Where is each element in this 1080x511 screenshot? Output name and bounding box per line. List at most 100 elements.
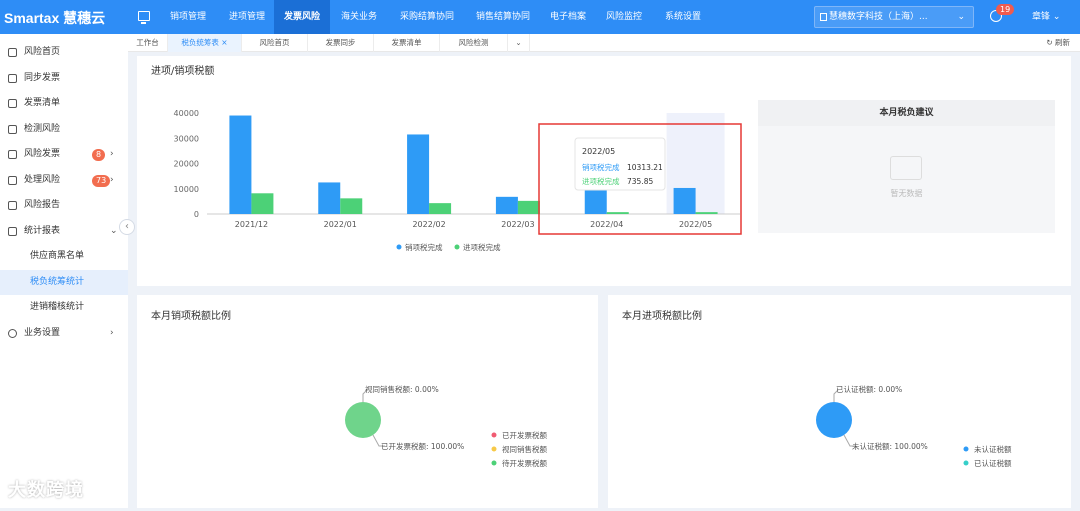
sidebar-subitem[interactable]: 进销稽核统计 [0, 295, 128, 320]
legend-marker [454, 244, 460, 250]
bar[interactable] [340, 198, 363, 214]
refresh-label: 刷新 [1055, 38, 1070, 47]
sidebar-item-label: 发票清单 [24, 98, 61, 108]
tooltip-value: 10313.21 [627, 163, 663, 172]
input-tax-ratio-panel: 本月进项税额比例 已认证税额: 0.00% 未认证税额: 100.00% 未认证税额… [608, 295, 1071, 508]
chevron-right-icon: › [110, 328, 114, 338]
legend-marker [491, 432, 497, 438]
bar[interactable] [429, 203, 452, 214]
tab[interactable]: 风险首页 [242, 34, 308, 52]
empty-box-icon [890, 156, 922, 180]
tab[interactable]: 发票同步 [308, 34, 374, 52]
user-menu[interactable]: 章锋 ⌄ [1032, 0, 1060, 34]
nav-item[interactable]: 销项管理 [158, 0, 218, 34]
sidebar-item[interactable]: 处理风险 73 › [0, 168, 128, 193]
bar[interactable] [606, 212, 629, 214]
sidebar-item[interactable]: 风险首页 [0, 40, 128, 65]
monitor-icon[interactable] [138, 11, 150, 24]
tooltip-series-label: 进项税完成 [582, 176, 620, 186]
chevron-down-icon: ⌄ [110, 225, 118, 236]
top-navigation-bar: Smartax 慧穗云 销项管理 进项管理 发票风险 海关业务 采购结算协同 销售结算协同… [0, 0, 1080, 34]
bar[interactable] [318, 182, 341, 214]
company-select[interactable]: 慧穗数字科技（上海）... ⌄ [814, 6, 974, 28]
nav-item[interactable]: 电子档案 [542, 0, 594, 34]
sidebar-item-label: 检测风险 [24, 123, 61, 134]
sidebar-item[interactable]: 风险报告 [0, 193, 128, 218]
chevron-down-icon: ⌄ [1050, 12, 1061, 22]
nav-item[interactable]: 海关业务 [334, 0, 384, 34]
sidebar-item[interactable]: 发票清单 [0, 91, 128, 116]
tooltip-title: 2022/05 [582, 147, 615, 156]
legend-label[interactable]: 进项税完成 [463, 242, 501, 252]
chevron-right-icon: › [110, 149, 114, 159]
legend-label[interactable]: 视同销售税额 [502, 444, 547, 454]
user-name: 章锋 [1032, 12, 1051, 22]
refresh-button[interactable]: ↻ 刷新 [1046, 34, 1070, 52]
sidebar-item-label: 风险报告 [24, 200, 61, 210]
tooltip-series-label: 销项税完成 [582, 162, 620, 172]
sidebar-item[interactable]: 统计报表 ⌄ [0, 219, 128, 244]
sidebar-item-label: 同步发票 [24, 72, 61, 83]
count-badge: 8 [92, 149, 106, 161]
tab-dropdown[interactable]: ⌄ [508, 34, 530, 52]
tab[interactable]: 发票清单 [374, 34, 440, 52]
sidebar-item[interactable]: 同步发票 [0, 66, 128, 91]
nav-item[interactable]: 风险监控 [596, 0, 652, 34]
bar[interactable] [517, 200, 540, 214]
legend-label[interactable]: 已认证税额 [974, 458, 1012, 468]
pie-label: 已认证税额: 0.00% [836, 384, 902, 394]
bar[interactable] [584, 187, 607, 214]
bar[interactable] [695, 212, 718, 214]
legend-label[interactable]: 已开发票税额 [502, 430, 547, 440]
sidebar-item-label: 统计报表 [24, 225, 61, 236]
pie-slice[interactable] [345, 402, 381, 438]
bar[interactable] [407, 134, 430, 214]
logo: Smartax 慧穗云 [4, 10, 106, 26]
sidebar-item[interactable]: 风险发票 8 › [0, 142, 128, 167]
x-tick-label: 2022/01 [324, 220, 357, 229]
sidebar-item[interactable]: 检测风险 [0, 117, 128, 142]
chevron-right-icon: › [110, 174, 114, 185]
nav-item[interactable]: 销售结算协同 [466, 0, 540, 34]
empty-text: 暂无数据 [890, 189, 923, 198]
sidebar-subitem[interactable]: 税负统筹统计 [0, 269, 128, 295]
sales-pie-title: 本月销项税额比例 [151, 311, 231, 322]
tooltip-value: 735.85 [627, 177, 653, 186]
pie-slice[interactable] [816, 402, 852, 438]
bar[interactable] [251, 193, 274, 214]
x-tick-label: 2022/04 [590, 220, 623, 229]
pie-label: 已开发票税额: 100.00% [381, 441, 464, 451]
collapse-sidebar-button[interactable]: ‹ [119, 219, 135, 235]
sidebar: 风险首页 同步发票 发票清单 检测风险 风险发票 8 › 处理风险 73 › 风险报告 统计报表 ⌄ 供应… [0, 34, 128, 508]
tab[interactable]: 税负统筹表 × [168, 34, 242, 52]
input-pie-title: 本月进项税额比例 [622, 311, 702, 322]
tab-label: 风险检测 [458, 38, 489, 47]
chevron-down-icon: ⌄ [957, 12, 965, 22]
settings-icon [8, 329, 17, 338]
list-icon [8, 99, 17, 108]
y-tick-label: 20000 [174, 160, 199, 169]
tab[interactable]: 风险检测 [440, 34, 508, 52]
bar[interactable] [673, 187, 696, 214]
nav-item[interactable]: 发票风险 [274, 0, 330, 34]
pie-label: 未认证税额: 100.00% [852, 441, 928, 451]
sidebar-item-label: 业务设置 [24, 328, 61, 338]
legend-label[interactable]: 未认证税额 [974, 444, 1012, 454]
company-name: 慧穗数字科技（上海）... [829, 12, 928, 22]
sidebar-item[interactable]: 业务设置 › [0, 321, 128, 346]
nav-item[interactable]: 系统设置 [655, 0, 711, 34]
legend-label[interactable]: 待开发票税额 [502, 458, 547, 468]
sync-icon [8, 73, 17, 83]
nav-item[interactable]: 进项管理 [221, 0, 273, 34]
tab[interactable]: 工作台 [128, 34, 168, 52]
home-icon [8, 48, 17, 57]
check-icon [8, 124, 17, 134]
bar[interactable] [229, 115, 252, 214]
nav-item[interactable]: 采购结算协同 [390, 0, 464, 34]
legend-label[interactable]: 销项税完成 [405, 242, 443, 252]
bar[interactable] [495, 196, 518, 214]
sidebar-item-label: 风险首页 [24, 47, 61, 57]
sidebar-subitem[interactable]: 供应商黑名单 [0, 244, 128, 269]
tab-label: 发票同步 [325, 38, 356, 47]
close-icon[interactable]: × [219, 38, 227, 47]
